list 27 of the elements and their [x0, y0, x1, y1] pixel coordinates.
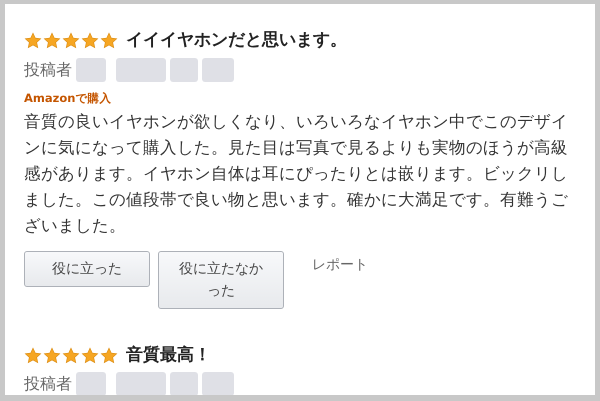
- author-label: 投稿者: [24, 373, 72, 395]
- star-icon: [81, 32, 99, 50]
- star-icon: [62, 346, 80, 364]
- redacted-name-block: [116, 372, 166, 395]
- vote-button[interactable]: 役に立った: [24, 250, 150, 287]
- review-text: 音質の良いイヤホンが欲しくなり、いろいろなイヤホン中でこのデザインに気になって購入した。見た目は写真で見るよりも実物のほうが高級感があります。イヤホン自体は耳にぴったりとは嵌ります。ビックリしました。この値段帯で良い物と思います。確かに大満足です。有難うございました。: [24, 110, 569, 237]
- redacted-name-block: [76, 372, 106, 395]
- star-icon: [62, 32, 80, 50]
- star-icon: [24, 346, 42, 364]
- purchase-label: Amazonで購入: [24, 90, 112, 106]
- star-icon: [43, 32, 61, 50]
- redacted-name-block: [170, 58, 198, 82]
- report-link[interactable]: レポート: [312, 250, 368, 276]
- redacted-name-block: [116, 58, 166, 82]
- review-title: 音質最高！: [126, 344, 211, 367]
- redacted-name-block: [76, 58, 106, 82]
- star-icon: [24, 32, 42, 50]
- review-title: イイイヤホンだと思います。: [126, 29, 347, 52]
- author-label: 投稿者: [24, 58, 72, 80]
- star-icon: [43, 346, 61, 364]
- redacted-name-block: [202, 58, 234, 82]
- star-icon: [81, 346, 99, 364]
- redacted-name-block: [202, 372, 234, 395]
- redacted-name-block: [170, 372, 198, 395]
- star-icon: [100, 346, 118, 364]
- star-icon: [100, 32, 118, 50]
- vote-button[interactable]: 役に立たなかった: [158, 250, 284, 309]
